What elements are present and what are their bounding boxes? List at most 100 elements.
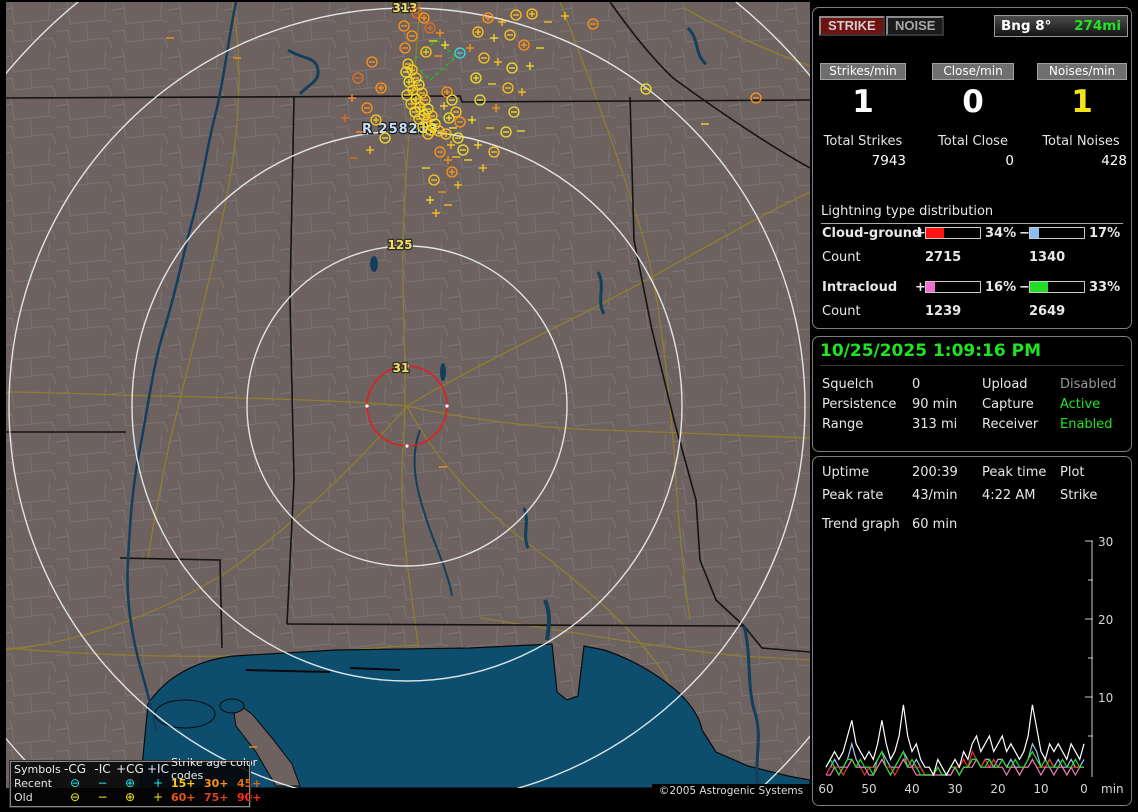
legend-header-symbols: Symbols [14, 763, 60, 776]
range-label: Range [822, 417, 863, 432]
recent-minus-icon: − [90, 777, 115, 789]
legend-header-pos-ic: +IC [145, 763, 171, 775]
app-window: 313 125 31 R 258213 Symbols -CG -IC +CG … [0, 0, 1138, 812]
cg-positive-bar [925, 227, 981, 239]
total-strikes-label: Total Strikes [815, 134, 911, 149]
ic-negative-bar [1029, 281, 1085, 293]
total-strikes-value: 7943 [820, 153, 906, 169]
plot-mode-value: Strike [1060, 488, 1097, 503]
age-75: 75+ [204, 791, 237, 804]
old-circled-plus-icon: ⊕ [115, 791, 145, 803]
datetime-display: 10/25/2025 1:09:16 PM [820, 341, 1124, 366]
noises-per-min-label: Noises/min [1037, 63, 1127, 80]
uptime-label: Uptime [822, 465, 869, 480]
ic-count-label: Count [822, 304, 861, 319]
noises-per-min-value: 1 [1037, 84, 1127, 120]
x-tick-30: 30 [947, 782, 962, 796]
symbols-legend: Symbols -CG -IC +CG +IC Strike age color… [10, 761, 250, 807]
cg-positive-pct: 34% [985, 226, 1016, 241]
ic-positive-bar [925, 281, 981, 293]
recent-plus-icon: + [145, 777, 171, 789]
uptime-value: 200:39 [912, 465, 958, 480]
upload-label: Upload [982, 377, 1028, 392]
x-tick-50: 50 [861, 782, 876, 796]
age-60: 60+ [171, 791, 204, 804]
y-tick-30: 30 [1098, 537, 1113, 549]
receiver-label: Receiver [982, 417, 1038, 432]
ic-negative-count: 2649 [1029, 304, 1065, 319]
lightning-map[interactable]: 313 125 31 R 258213 [6, 2, 810, 788]
old-plus-icon: + [145, 791, 171, 803]
ic-positive-pct: 16% [985, 280, 1016, 295]
x-tick-20: 20 [990, 782, 1005, 796]
ic-negative-pct: 33% [1089, 280, 1120, 295]
close-per-min-label: Close/min [932, 63, 1014, 80]
intracloud-label: Intracloud [822, 280, 897, 295]
ic-positive-count: 1239 [925, 304, 961, 319]
cg-negative-count: 1340 [1029, 250, 1065, 265]
x-axis-unit: min [1101, 782, 1124, 796]
recent-circled-minus-icon: ⊖ [60, 777, 90, 789]
capture-label: Capture [982, 397, 1034, 412]
cg-negative-bar [1029, 227, 1085, 239]
total-close-value: 0 [932, 153, 1014, 169]
trend-x-axis: 60 50 40 30 20 10 0 min [818, 782, 1123, 796]
copyright-text: ©2005 Astrogenic Systems [652, 784, 810, 800]
legend-header-neg-cg: -CG [60, 763, 90, 775]
legend-row-old: Old [14, 791, 60, 804]
strike-mode-button[interactable]: STRIKE [819, 16, 885, 36]
range-value: 313 mi [912, 417, 957, 432]
x-tick-60: 60 [818, 782, 833, 796]
persistence-label: Persistence [822, 397, 896, 412]
total-close-label: Total Close [927, 134, 1019, 149]
plot-label: Plot [1060, 465, 1085, 480]
trend-graph-window: 60 min [912, 517, 957, 532]
cg-negative-pct: 17% [1089, 226, 1120, 241]
legend-header-pos-cg: +CG [115, 763, 145, 775]
x-tick-0: 0 [1080, 782, 1088, 796]
age-30: 30+ [204, 777, 237, 790]
cg-count-label: Count [822, 250, 861, 265]
status-panel: 10/25/2025 1:09:16 PM Squelch 0 Upload D… [812, 336, 1132, 452]
receiver-status: Enabled [1060, 417, 1113, 432]
total-noises-value: 428 [1037, 153, 1127, 169]
map-canvas[interactable]: 313 125 31 R 258213 [6, 2, 810, 788]
peak-rate-label: Peak rate [822, 488, 883, 503]
persistence-value: 90 min [912, 397, 957, 412]
x-tick-40: 40 [904, 782, 919, 796]
ring-label-middle: 125 [387, 238, 412, 252]
distance-value: 274mi [1074, 18, 1121, 34]
squelch-label: Squelch [822, 377, 874, 392]
old-circled-minus-icon: ⊖ [60, 791, 90, 803]
trend-series-lines [826, 705, 1084, 775]
legend-row-recent: Recent [14, 777, 60, 790]
noise-mode-button[interactable]: NOISE [886, 16, 944, 36]
y-tick-20: 20 [1098, 613, 1113, 627]
trend-y-axis: 30 20 10 [1085, 537, 1113, 777]
bearing-range-indicator: Bng 8° 274mi [994, 15, 1128, 37]
squelch-value: 0 [912, 377, 920, 392]
peak-rate-value: 43/min [912, 488, 957, 503]
bearing-value: Bng 8° [1001, 18, 1051, 34]
recent-circled-plus-icon: ⊕ [115, 777, 145, 789]
upload-status: Disabled [1060, 377, 1116, 392]
x-tick-10: 10 [1033, 782, 1048, 796]
trend-graph-label: Trend graph [822, 517, 900, 532]
strikes-per-min-value: 1 [820, 84, 906, 120]
trend-graph: 30 20 10 60 50 40 30 20 10 0 min [816, 537, 1130, 801]
peak-time-label: Peak time [982, 465, 1046, 480]
info-panel: Uptime 200:39 Peak time Plot Peak rate 4… [812, 456, 1132, 806]
peak-time-value: 4:22 AM [982, 488, 1035, 503]
age-90: 90+ [237, 791, 271, 804]
y-tick-10: 10 [1098, 691, 1113, 705]
age-45: 45+ [237, 777, 271, 790]
cloud-ground-label: Cloud-ground [822, 226, 921, 241]
strikes-per-min-label: Strikes/min [820, 63, 906, 80]
cg-positive-count: 2715 [925, 250, 961, 265]
capture-status: Active [1060, 397, 1100, 412]
old-minus-icon: − [90, 791, 115, 803]
legend-header-neg-ic: -IC [90, 763, 115, 775]
total-noises-label: Total Noises [1033, 134, 1129, 149]
ring-label-inner: 31 [393, 361, 410, 375]
age-15: 15+ [171, 777, 204, 790]
